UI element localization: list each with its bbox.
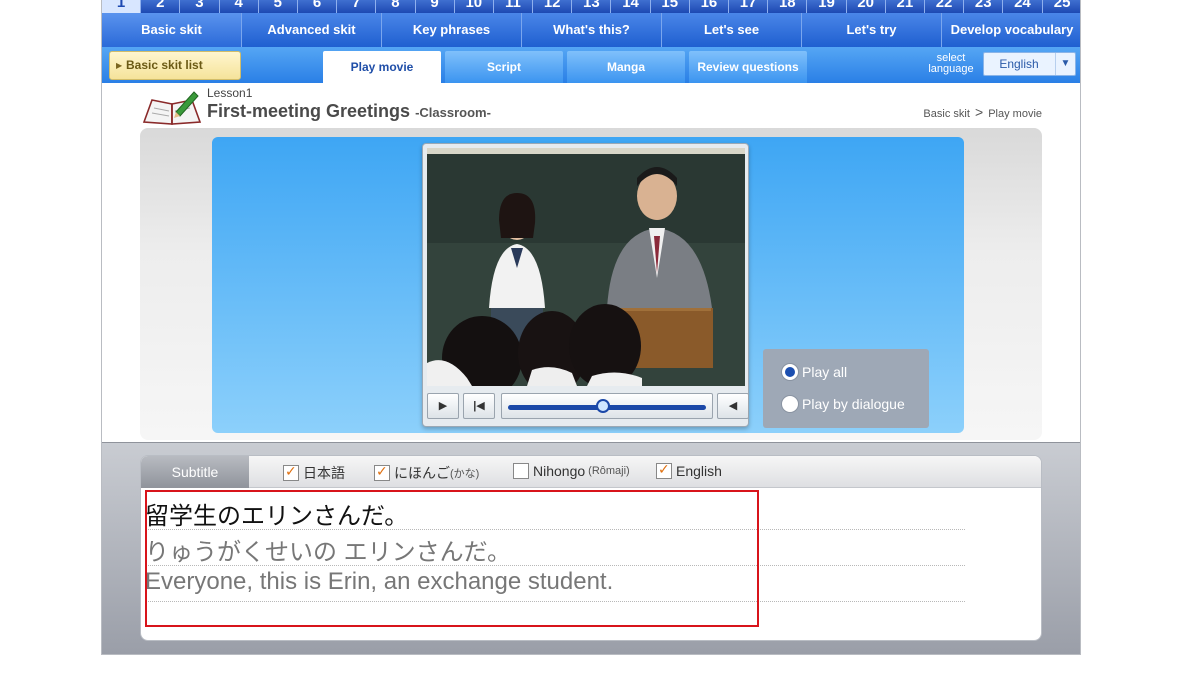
checkbox-romaji-note: (Rômaji) [588,465,630,477]
lesson-number-25[interactable]: 25 [1043,0,1081,13]
play-button[interactable]: ▶ [427,393,459,419]
select-language-label-line2: language [928,63,974,75]
play-all-label: Play all [802,364,848,380]
lesson-number-11[interactable]: 11 [494,0,534,13]
lesson-number-4[interactable]: 4 [220,0,259,13]
play-by-dialogue-label: Play by dialogue [802,396,905,412]
lesson-number-3[interactable]: 3 [180,0,220,13]
lesson-number-13[interactable]: 13 [572,0,612,13]
lesson-number-22[interactable]: 22 [925,0,965,13]
lesson-title-sub: -Classroom- [415,105,491,120]
basic-skit-list-label: Basic skit list [126,58,203,72]
skip-back-icon: |◀ [473,400,485,412]
breadcrumb-separator: > [974,104,984,120]
lesson-number-2[interactable]: 2 [141,0,181,13]
checkbox-english[interactable]: English [656,461,722,479]
tab-key-phrases[interactable]: Key phrases [382,13,522,47]
tab-manga[interactable]: Manga [567,51,685,83]
tab-play-movie[interactable]: Play movie [323,51,441,83]
tab-lets-see[interactable]: Let's see [662,13,802,47]
language-select[interactable]: English ▼ [983,52,1076,76]
play-icon: ▶ [438,400,448,412]
checkbox-kana-note: (かな) [450,468,480,480]
checkbox-romaji[interactable]: Nihongo (Rômaji) [513,463,630,479]
lesson-number-15[interactable]: 15 [651,0,690,13]
lesson-number-20[interactable]: 20 [847,0,886,13]
tab-lets-try[interactable]: Let's try [802,13,942,47]
lesson-number-10[interactable]: 10 [455,0,494,13]
rewind-button[interactable]: |◀ [463,393,495,419]
basic-skit-list-button[interactable]: ▶ Basic skit list [109,51,241,80]
lesson-number-12[interactable]: 12 [533,0,573,13]
checkbox-kana-box[interactable] [374,463,390,481]
app-window: 1 2 3 4 5 6 7 8 9 10 11 12 13 14 15 16 1… [101,0,1081,655]
lesson-label: Lesson1 [207,86,253,100]
lesson-number-17[interactable]: 17 [729,0,769,13]
lesson-title-main: First-meeting Greetings [207,101,411,121]
play-all-radio[interactable] [781,363,799,381]
section-tab-bar: Basic skit Advanced skit Key phrases Wha… [102,13,1080,47]
select-language-label: select language [922,53,980,75]
lesson-number-21[interactable]: 21 [886,0,925,13]
checkbox-english-box[interactable] [656,461,672,479]
volume-button[interactable]: ◀ [717,393,749,419]
lesson-number-1[interactable]: 1 [102,0,142,13]
tab-review-questions[interactable]: Review questions [689,51,807,83]
subtitle-highlight-box [145,490,759,627]
dropdown-arrow-icon: ▼ [1055,53,1075,75]
subtitle-tab: Subtitle [141,456,249,488]
lesson-number-19[interactable]: 19 [807,0,847,13]
open-book-pencil-icon [142,91,202,125]
lesson-number-23[interactable]: 23 [964,0,1004,13]
play-all-option[interactable]: Play all [781,363,847,381]
breadcrumb: Basic skit > Play movie [923,104,1042,120]
checkbox-japanese[interactable]: 日本語 [283,463,345,483]
checkbox-kana-label: にほんご [394,465,450,481]
lesson-number-18[interactable]: 18 [768,0,808,13]
lesson-number-24[interactable]: 24 [1003,0,1043,13]
breadcrumb-play-movie: Play movie [988,108,1042,120]
lesson-number-14[interactable]: 14 [611,0,651,13]
checkbox-kana[interactable]: にほんご (かな) [374,463,479,483]
checkbox-romaji-label: Nihongo [533,463,586,479]
video-player: ▶ |◀ ◀ [422,143,749,427]
lesson-number-6[interactable]: 6 [298,0,338,13]
page-title: First-meeting Greetings -Classroom- [207,101,491,122]
breadcrumb-basic-skit[interactable]: Basic skit [923,108,969,120]
lesson-number-5[interactable]: 5 [259,0,298,13]
lesson-number-bar: 1 2 3 4 5 6 7 8 9 10 11 12 13 14 15 16 1… [102,0,1081,13]
lesson-number-8[interactable]: 8 [376,0,416,13]
video-frame-image [427,148,745,386]
video-screen[interactable] [427,148,745,386]
player-controls: ▶ |◀ ◀ [427,391,749,421]
tab-develop-vocabulary[interactable]: Develop vocabulary [942,13,1080,47]
play-by-dialogue-radio[interactable] [781,395,799,413]
seek-handle[interactable] [596,399,611,413]
checkbox-japanese-box[interactable] [283,463,299,481]
play-by-dialogue-option[interactable]: Play by dialogue [781,395,905,413]
play-mode-box: Play all Play by dialogue [763,349,929,428]
tab-basic-skit[interactable]: Basic skit [102,13,242,47]
lesson-number-16[interactable]: 16 [690,0,729,13]
subtitle-header: Subtitle 日本語 にほんご (かな) Nihongo (Rômaji) … [141,456,1041,488]
checkbox-english-label: English [676,463,722,479]
seek-bar[interactable] [501,393,713,419]
caret-right-icon: ▶ [116,61,123,70]
lesson-number-7[interactable]: 7 [337,0,377,13]
tab-script[interactable]: Script [445,51,563,83]
volume-icon: ◀ [728,400,738,412]
language-select-value: English [999,57,1039,71]
checkbox-romaji-box[interactable] [513,463,529,479]
sub-navigation-bar: ▶ Basic skit list Play movie Script Mang… [102,47,1080,83]
checkbox-japanese-label: 日本語 [303,465,345,481]
lesson-number-9[interactable]: 9 [416,0,455,13]
tab-advanced-skit[interactable]: Advanced skit [242,13,382,47]
tab-whats-this[interactable]: What's this? [522,13,662,47]
